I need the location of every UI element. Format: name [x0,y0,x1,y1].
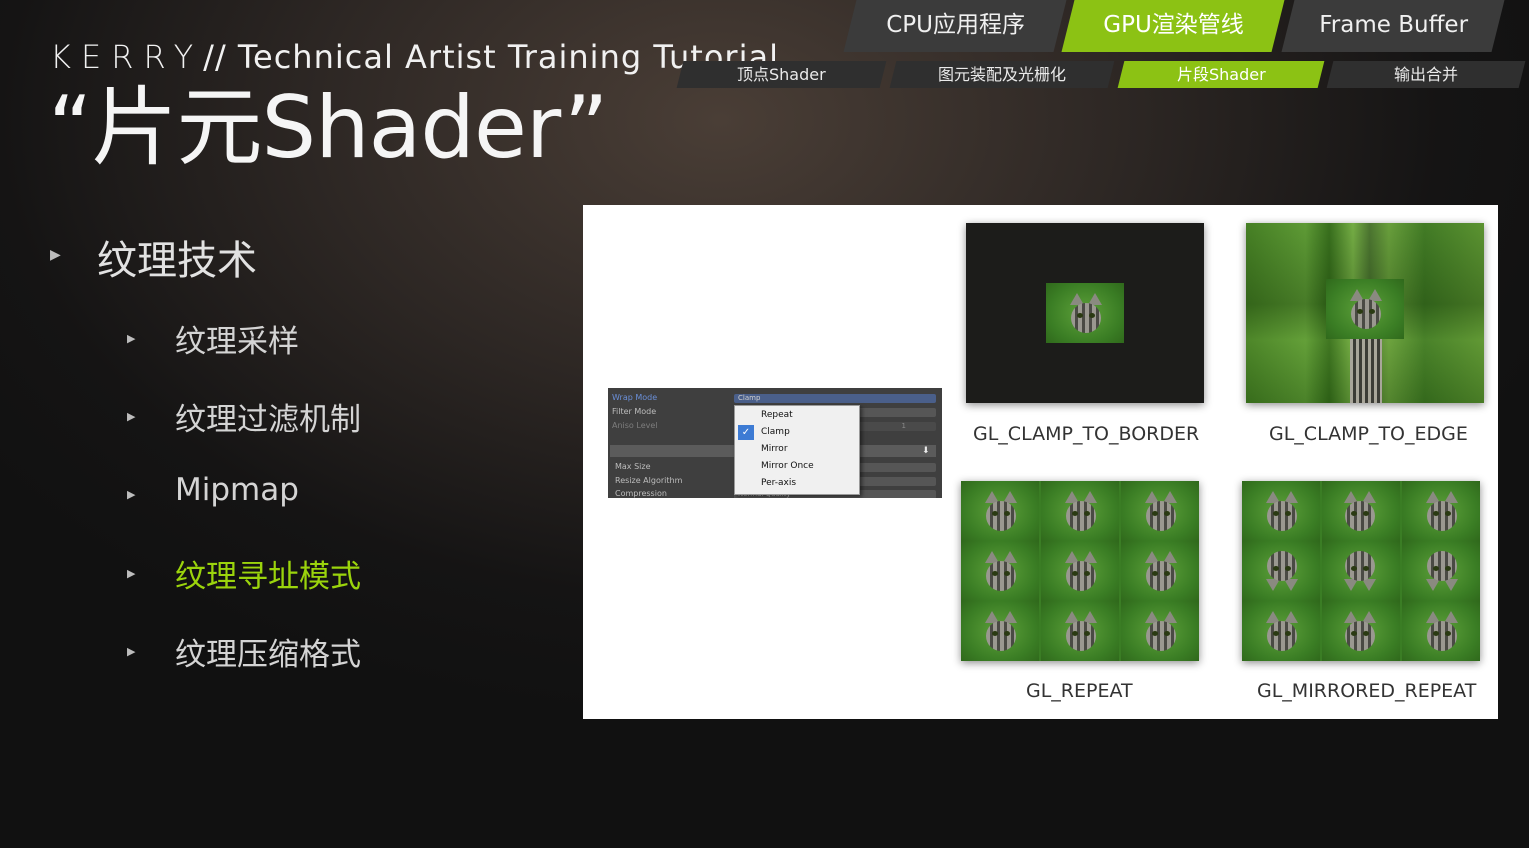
option-per-axis[interactable]: Per-axis [761,476,796,491]
subtab-label: 顶点Shader [737,65,826,84]
option-mirror[interactable]: Mirror [761,442,788,457]
subtab-label: 输出合并 [1393,65,1458,84]
outline-item-texture-addressing: 纹理寻址模式 [175,559,361,595]
cat-tile [1402,481,1480,541]
subtab-label: 图元装配及光栅化 [937,65,1066,84]
page-title: “片元Shader” [48,78,608,178]
wrap-mode-dropdown: ✓ Repeat Clamp Mirror Mirror Once Per-ax… [734,405,860,495]
cat-tile-mirrored [1242,541,1320,601]
tab-label: GPU渲染管线 [1102,12,1244,38]
cat-tile [1041,481,1119,541]
cat-tile [1041,601,1119,661]
label-resize-algorithm: Resize Algorithm [615,476,683,485]
caption-clamp-to-edge: GL_CLAMP_TO_EDGE [1269,423,1468,445]
option-mirror-once[interactable]: Mirror Once [761,459,814,474]
cat-tile-mirrored [1402,541,1480,601]
cat-tile-mirrored [1322,541,1400,601]
texture-inspector: Wrap Mode Filter Mode Aniso Level Max Si… [608,388,942,498]
cat-tile [961,481,1039,541]
demo-clamp-to-border [966,223,1204,403]
cat-texture-image [1046,283,1124,343]
tab-frame-buffer[interactable]: Frame Buffer [1281,0,1505,52]
subtab-vertex-shader[interactable]: 顶点Shader [676,61,887,88]
tab-cpu-application[interactable]: CPU应用程序 [843,0,1067,52]
subtab-label: 片段Shader [1176,65,1266,84]
outline-item-mipmap: Mipmap [175,472,299,508]
wrap-mode-select[interactable]: Clamp [734,394,936,403]
cat-tile [1242,601,1320,661]
subtab-primitive-raster[interactable]: 图元装配及光栅化 [889,61,1115,88]
bullet-arrow-icon: ▶ [127,488,136,501]
bullet-arrow-icon: ▶ [127,567,136,580]
cat-tile [1402,601,1480,661]
brand-kerry: KERRY [50,38,204,76]
label-wrap-mode: Wrap Mode [612,393,658,402]
demo-repeat [961,481,1199,661]
caption-mirrored-repeat: GL_MIRRORED_REPEAT [1257,680,1477,702]
tab-label: Frame Buffer [1318,12,1468,38]
illustration-panel: Wrap Mode Filter Mode Aniso Level Max Si… [583,205,1498,719]
cat-tile [961,541,1039,601]
subtab-output-merge[interactable]: 输出合并 [1326,61,1526,88]
brand-header: KERRY// Technical Artist Training Tutori… [50,38,779,76]
bullet-arrow-icon: ▶ [127,645,136,658]
bullet-arrow-icon: ▶ [127,410,136,423]
option-clamp[interactable]: Clamp [761,425,790,440]
outline-heading: 纹理技术 [97,238,257,284]
outline-item-texture-sampling: 纹理采样 [175,324,299,360]
caption-clamp-to-border: GL_CLAMP_TO_BORDER [973,423,1200,445]
demo-mirrored-repeat [1242,481,1480,661]
label-aniso-level: Aniso Level [612,421,658,430]
tab-gpu-pipeline[interactable]: GPU渲染管线 [1061,0,1285,52]
bullet-arrow-icon: ▶ [127,332,136,345]
cat-tile [1121,601,1199,661]
label-compression: Compression [615,489,667,498]
cat-tile [1121,541,1199,601]
download-icon[interactable]: ⬇ [922,446,930,456]
label-max-size: Max Size [615,462,651,471]
cat-tile-mirrored [1322,481,1400,541]
outline-item-texture-compression: 纹理压缩格式 [175,637,361,673]
subtab-fragment-shader[interactable]: 片段Shader [1117,61,1325,88]
tab-label: CPU应用程序 [885,12,1025,38]
cat-tile [961,601,1039,661]
demo-clamp-to-edge [1246,223,1484,403]
label-filter-mode: Filter Mode [612,407,657,416]
cat-tile [1041,541,1119,601]
check-icon: ✓ [738,425,754,440]
caption-repeat: GL_REPEAT [1026,680,1133,702]
option-repeat[interactable]: Repeat [761,408,793,423]
edge-streaks [1350,331,1382,403]
outline-item-texture-filtering: 纹理过滤机制 [175,402,361,438]
cat-tile [1242,481,1320,541]
cat-tile-mirrored [1322,601,1400,661]
cat-texture-image [1326,279,1404,339]
bullet-arrow-icon: ▶ [50,247,61,263]
cat-tile [1121,481,1199,541]
